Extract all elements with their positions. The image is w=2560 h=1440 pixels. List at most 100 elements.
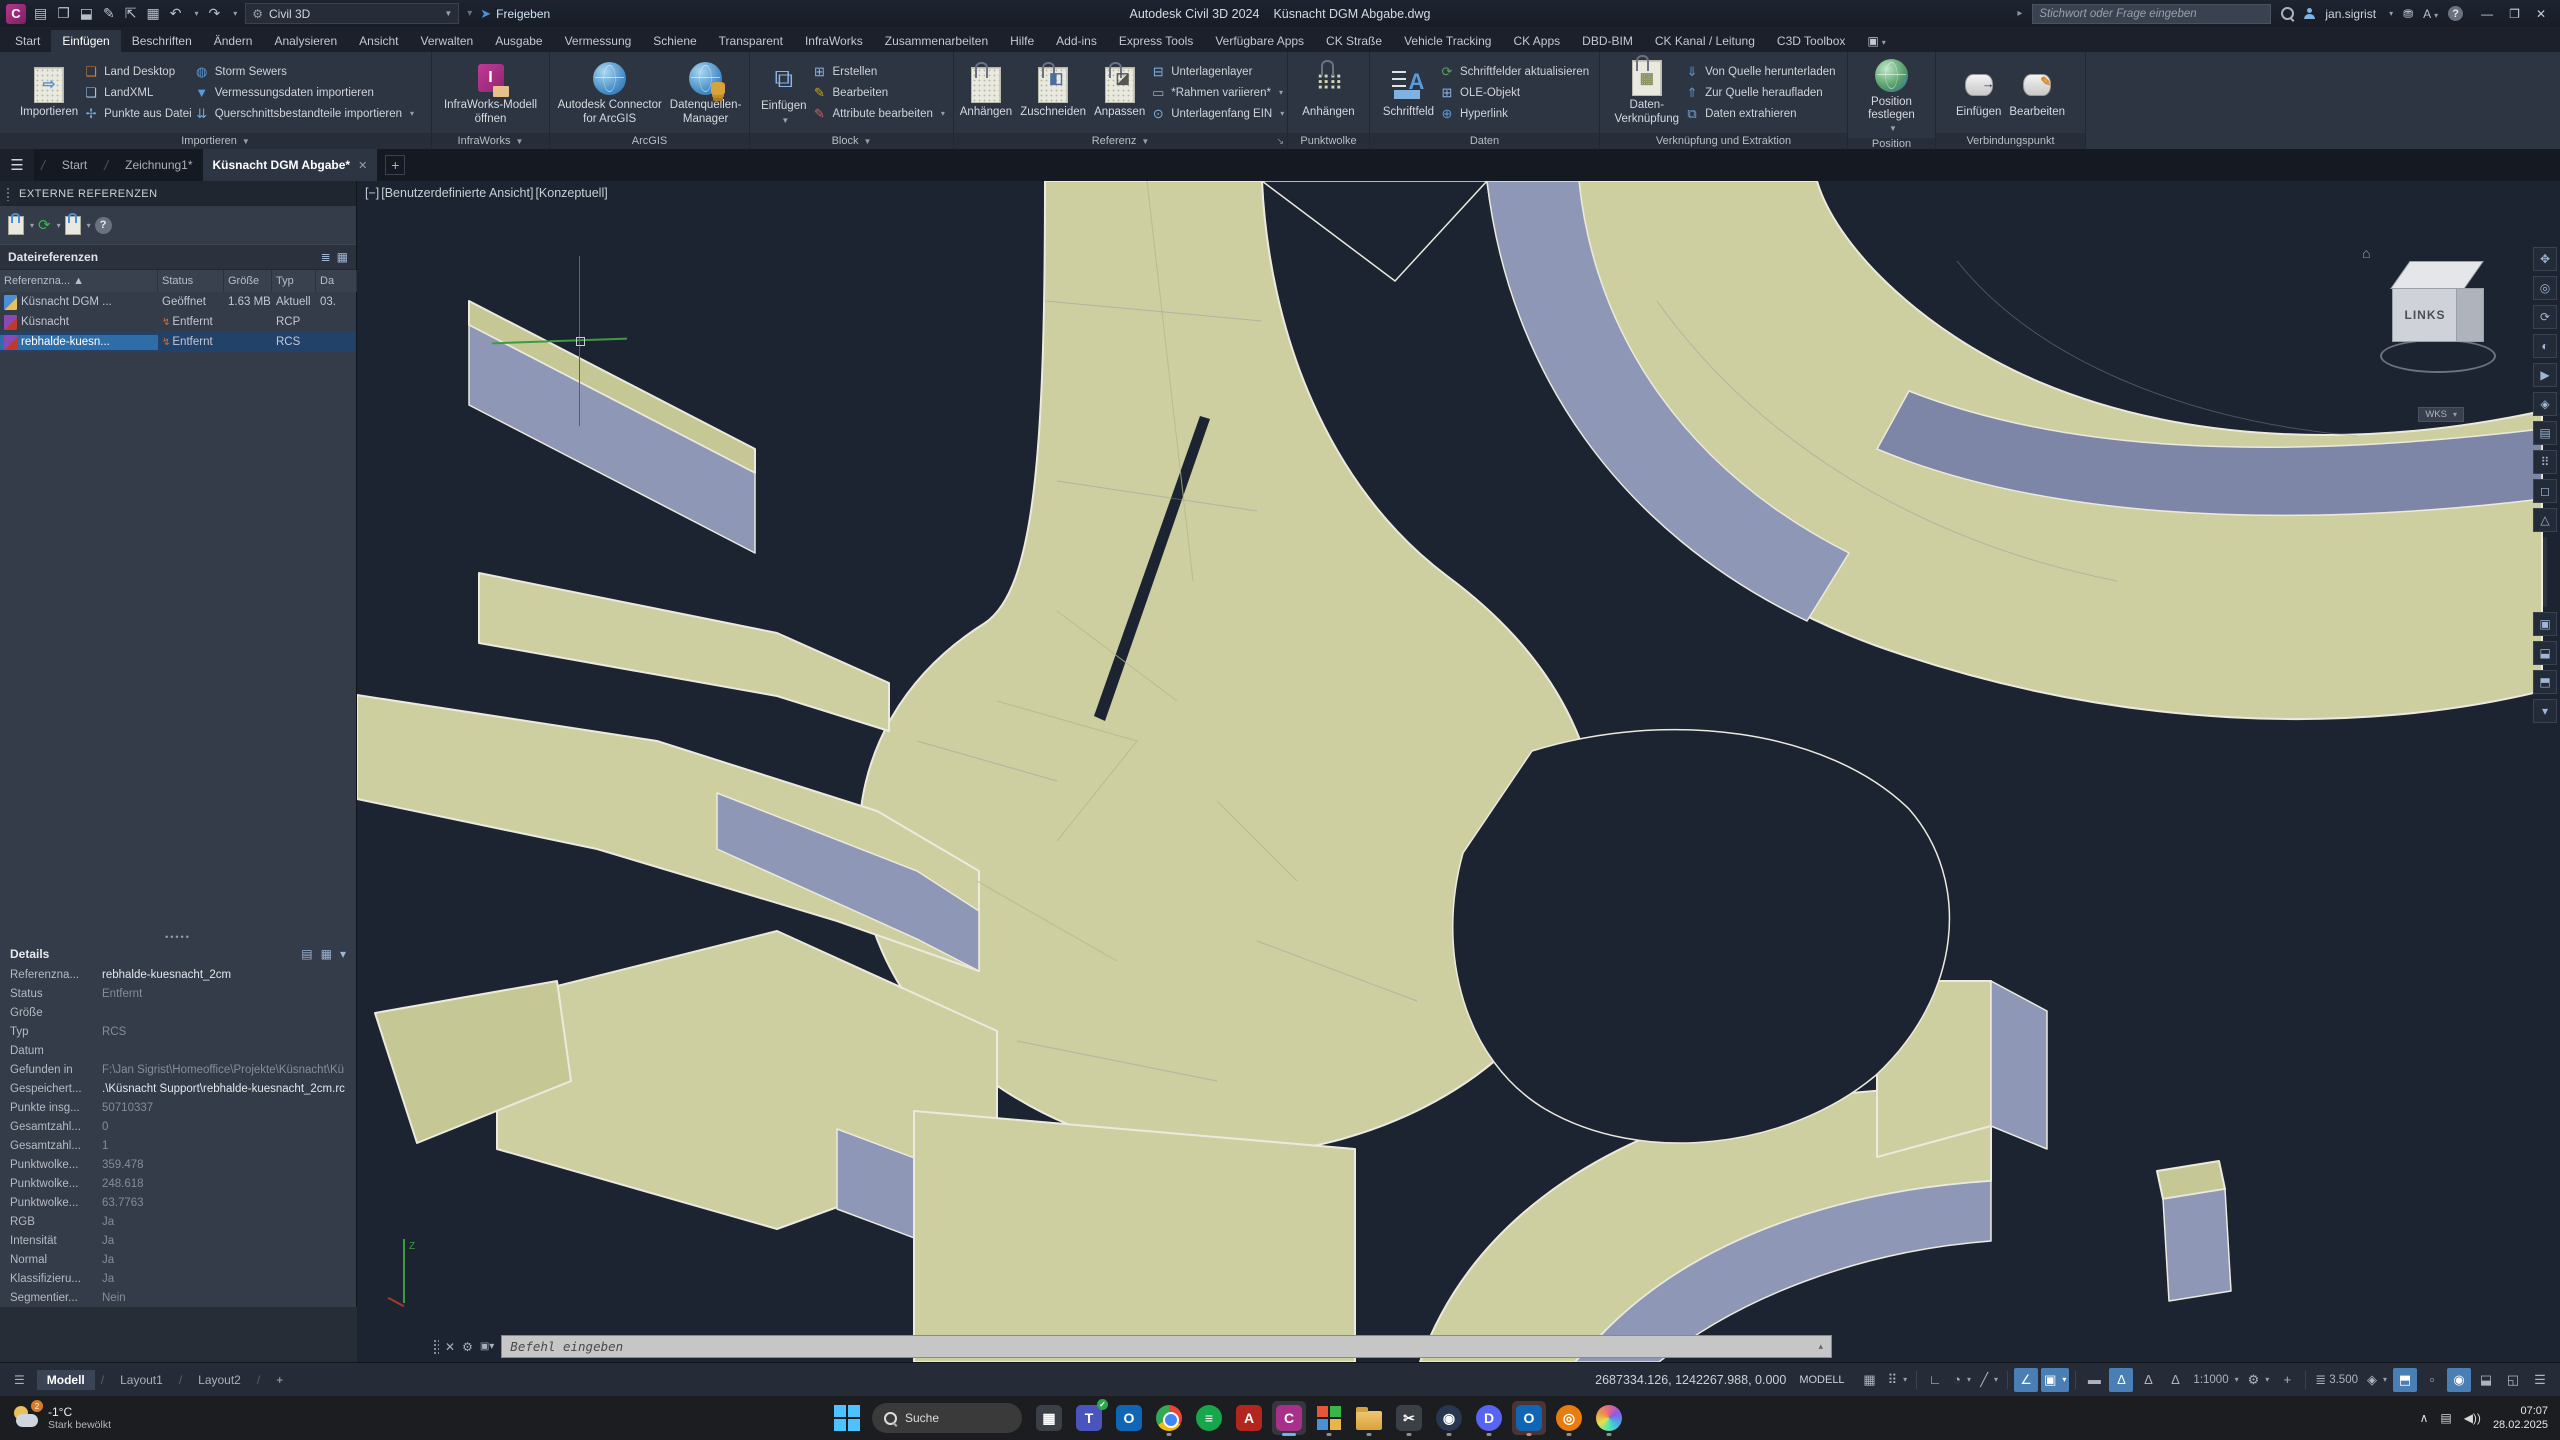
column-header-da[interactable]: Da [316, 270, 357, 292]
application-menu-icon[interactable]: ☰ [0, 149, 34, 181]
chevron-down-icon[interactable]: ▾ [30, 221, 34, 230]
xref-attach-button[interactable]: Anhängen [957, 64, 1015, 121]
panel-title-5[interactable]: Punktwolke [1288, 133, 1369, 149]
viewcube-home-icon[interactable]: ⌂ [2362, 245, 2370, 261]
ribbon-tab-express-tools[interactable]: Express Tools [1108, 30, 1204, 52]
taskbar-app-chrome[interactable] [1152, 1401, 1186, 1435]
annotation-monitor-icon[interactable]: ⬒ [2393, 1368, 2417, 1392]
app-logo-icon[interactable]: C [6, 4, 26, 24]
graphics-performance-icon[interactable]: ◉ [2447, 1368, 2471, 1392]
details-header[interactable]: Details▤▦▾ [0, 943, 356, 965]
export-icon[interactable]: ⇱ [125, 5, 137, 22]
viewport-view-control[interactable]: [Benutzerdefinierte Ansicht] [381, 186, 533, 200]
device-icon[interactable]: ▤ [2440, 1411, 2451, 1425]
chevron-down-icon[interactable]: ▾ [57, 221, 61, 230]
file-tab-zeichnung1-[interactable]: Zeichnung1* [115, 149, 202, 181]
ribbon-tab-start[interactable]: Start [4, 30, 51, 52]
palette-grip[interactable] [6, 187, 11, 201]
ribbon-tab-vehicle-tracking[interactable]: Vehicle Tracking [1393, 30, 1502, 52]
xref-name-cell[interactable]: Küsnacht [0, 315, 158, 330]
elevation-button[interactable]: ≣3.500 [2312, 1368, 2361, 1392]
help-icon[interactable]: ? [2448, 6, 2463, 21]
ribbon-tab-zusammenarbeiten[interactable]: Zusammenarbeiten [874, 30, 999, 52]
ribbon-tab-dbd-bim[interactable]: DBD-BIM [1571, 30, 1644, 52]
palette-splitter[interactable]: ••••• [0, 931, 356, 943]
qat-overflow-icon[interactable]: ▾ [467, 8, 472, 19]
share-button[interactable]: ➤ Freigeben [480, 6, 550, 22]
save-icon[interactable]: ⬓ [80, 5, 93, 22]
tree-view-icon[interactable]: ▦ [337, 250, 348, 264]
layout-tab-layout1[interactable]: Layout1 [110, 1370, 173, 1390]
minimize-button[interactable]: — [2473, 7, 2501, 21]
field-button[interactable]: ASchriftfeld [1380, 64, 1437, 121]
steering-icon[interactable]: ◈ [2533, 392, 2557, 416]
taskbar-app-steam[interactable]: ◉ [1432, 1401, 1466, 1435]
taskbar-app-snipping[interactable]: ✂ [1392, 1401, 1426, 1435]
grid-display-icon[interactable]: ▦ [1858, 1368, 1882, 1392]
taskbar-app-outlook-open[interactable]: O [1512, 1401, 1546, 1435]
file-tab-start[interactable]: Start [52, 149, 97, 181]
column-header-gre[interactable]: Größe [224, 270, 272, 292]
geolocation-button[interactable]: Position festlegen▼ [1865, 54, 1918, 136]
viewcube-compass-ring[interactable] [2380, 339, 2496, 373]
wcs-menu-button[interactable]: WKS▾ [2418, 407, 2464, 422]
panel-title-1[interactable]: InfraWorks▼ [432, 133, 549, 149]
osnap-icon[interactable]: ∠ [2014, 1368, 2038, 1392]
points-file-button[interactable]: ✢Punkte aus Datei [83, 105, 192, 123]
tools-icon[interactable]: ⬒ [2533, 670, 2557, 694]
panel-title-9[interactable]: Verbindungspunkt [1936, 133, 2085, 149]
start-button[interactable] [832, 1403, 862, 1433]
xref-row-0[interactable]: Küsnacht DGM ...Geöffnet1.63 MBAktuell03… [0, 292, 356, 312]
panel-title-8[interactable]: Position [1848, 138, 1935, 150]
block-edit-button[interactable]: ✎Bearbeiten [812, 84, 945, 102]
ribbon-tab-add-ins[interactable]: Add-ins [1045, 30, 1108, 52]
fields-update-button[interactable]: ⟳Schriftfelder aktualisieren [1439, 63, 1589, 81]
infraworks-button[interactable]: IInfraWorks-Modell öffnen [441, 57, 540, 127]
annotation-visibility-icon[interactable]: ∆ [2109, 1368, 2133, 1392]
xref-name-cell[interactable]: rebhalde-kuesn... [0, 335, 158, 350]
xref-clip-button[interactable]: ◧Zuschneiden [1017, 64, 1089, 121]
ribbon-tab-ansicht[interactable]: Ansicht [348, 30, 409, 52]
section-icon[interactable]: ◻ [2533, 479, 2557, 503]
xref-row-1[interactable]: Küsnacht↯EntferntRCP [0, 312, 356, 332]
workspace-switch-icon[interactable]: ⚙▾ [2245, 1368, 2273, 1392]
pointcloud-attach-button[interactable]: ⠿⠿Anhängen [1299, 64, 1357, 121]
panel-title-7[interactable]: Verknüpfung und Extraktion [1600, 133, 1847, 149]
download-source-button[interactable]: ⇓Von Quelle herunterladen [1684, 63, 1835, 81]
ribbon-tab-overflow-icon[interactable]: ▣▾ [1856, 30, 1896, 52]
ribbon-tab-ck-apps[interactable]: CK Apps [1502, 30, 1571, 52]
undo-icon[interactable]: ↶ [170, 5, 182, 22]
redo-icon-chevron[interactable]: ▾ [233, 9, 237, 18]
details-copy-icon[interactable]: ▤ [301, 947, 312, 961]
camera-icon[interactable]: △ [2533, 508, 2557, 532]
weather-widget[interactable]: 2 -1°C Stark bewölkt [12, 1404, 272, 1432]
taskbar-app-task-view[interactable]: ▦ [1032, 1401, 1066, 1435]
attach-reference-icon[interactable]: ▾ [8, 216, 34, 235]
file-tab-active[interactable]: Küsnacht DGM Abgabe*✕ [203, 149, 378, 181]
space-label[interactable]: MODELL [1799, 1374, 1844, 1386]
zoom-extents-icon[interactable]: ◎ [2533, 276, 2557, 300]
close-button[interactable]: ✕ [2528, 7, 2554, 21]
model-check-icon[interactable]: ⬓ [2474, 1368, 2498, 1392]
ribbon-tab-einf-gen[interactable]: Einfügen [51, 30, 120, 52]
connector-edit-button[interactable]: ✎Bearbeiten [2006, 64, 2068, 121]
new-tab-button[interactable]: + [385, 155, 405, 175]
refresh-icon[interactable]: ⟳▾ [38, 216, 61, 234]
xref-name-cell[interactable]: Küsnacht DGM ... [0, 295, 158, 310]
ribbon-tab-beschriften[interactable]: Beschriften [121, 30, 203, 52]
taskbar-app-photos[interactable] [1592, 1401, 1626, 1435]
recent-commands-icon[interactable]: ▣▾ [480, 1341, 494, 1352]
viewport-visualstyle-control[interactable]: [Konzeptuell] [535, 186, 607, 200]
block-insert-button[interactable]: ⧉Einfügen▼ [758, 58, 809, 126]
hyperlink-button[interactable]: ⊕Hyperlink [1439, 105, 1589, 123]
osnap-settings-icon[interactable]: ▣▾ [2041, 1368, 2069, 1392]
connector-insert-button[interactable]: →Einfügen [1953, 64, 2004, 121]
column-header-typ[interactable]: Typ [272, 270, 316, 292]
ribbon-tab-vermessung[interactable]: Vermessung [554, 30, 643, 52]
layout-menu-icon[interactable]: ☰ [8, 1370, 31, 1390]
ribbon-tab-transparent[interactable]: Transparent [708, 30, 794, 52]
command-tools-icon[interactable]: ⚙ [462, 1340, 473, 1354]
taskbar-app-acrobat[interactable]: A [1232, 1401, 1266, 1435]
pan-icon[interactable]: ✥ [2533, 247, 2557, 271]
ribbon-tab-schiene[interactable]: Schiene [642, 30, 707, 52]
